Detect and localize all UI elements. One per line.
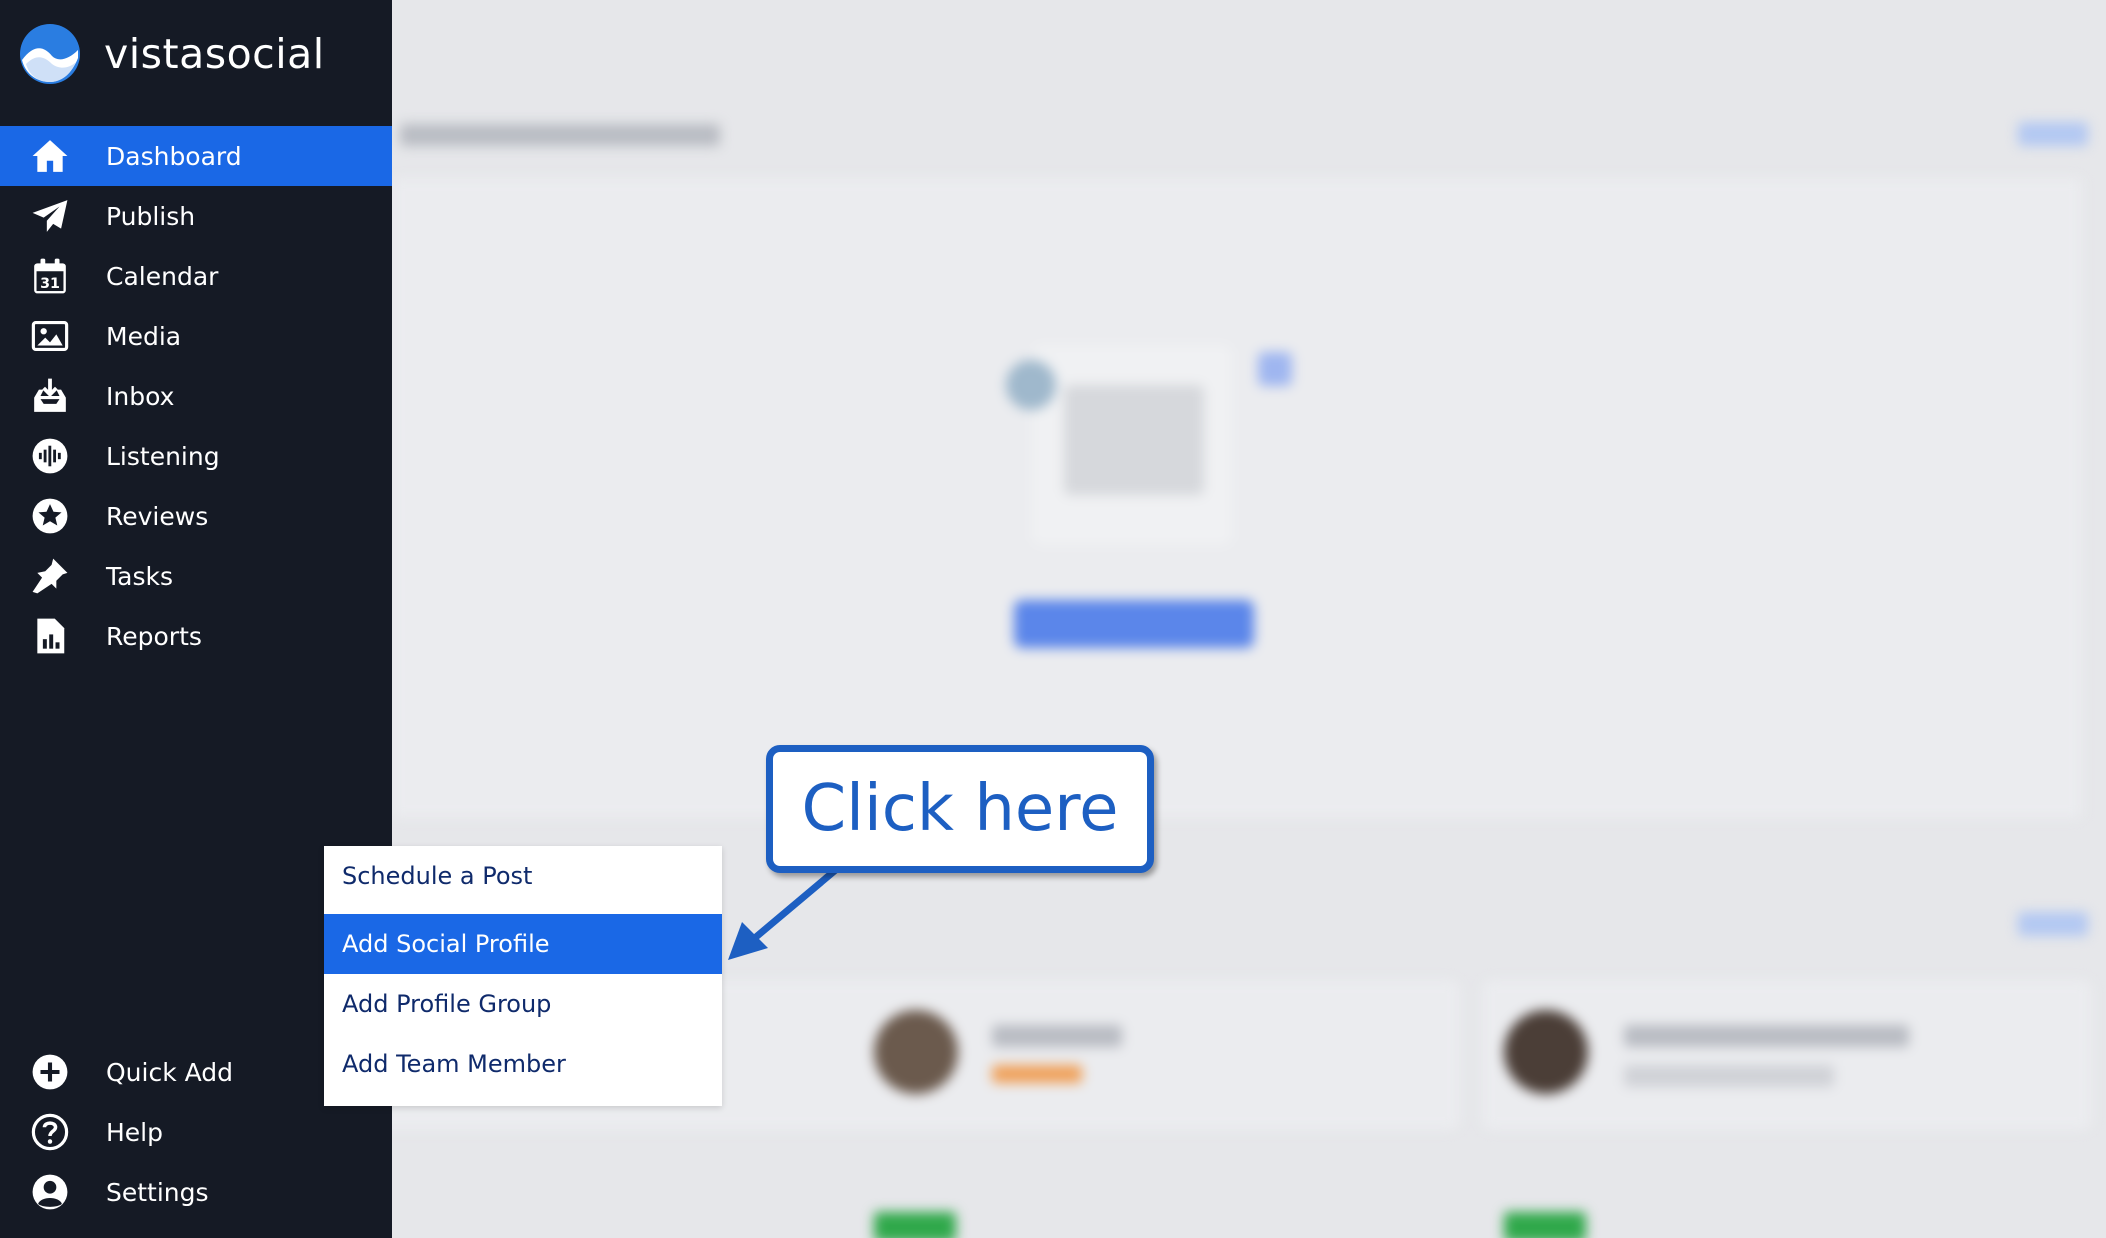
nav-label: Publish <box>106 201 196 231</box>
blurred-green-block <box>1504 1212 1586 1238</box>
blurred-illustration-image <box>1064 385 1204 495</box>
image-icon <box>30 316 70 356</box>
nav-item-reviews[interactable]: Reviews <box>0 486 392 546</box>
nav-label: Inbox <box>106 381 175 411</box>
svg-text:31: 31 <box>40 276 60 292</box>
pin-icon <box>30 556 70 596</box>
menu-item-add-team-member[interactable]: Add Team Member <box>324 1034 722 1094</box>
nav-label: Dashboard <box>106 141 242 171</box>
menu-item-add-social-profile[interactable]: Add Social Profile <box>324 914 722 974</box>
quick-add-menu: Schedule a Post Add Social Profile Add P… <box>324 846 722 1106</box>
listening-icon <box>30 436 70 476</box>
nav-item-tasks[interactable]: Tasks <box>0 546 392 606</box>
brand-name: vistasocial <box>104 30 325 78</box>
nav-item-publish[interactable]: Publish <box>0 186 392 246</box>
user-circle-icon <box>30 1172 70 1212</box>
nav-label: Calendar <box>106 261 219 291</box>
home-icon <box>30 136 70 176</box>
nav-item-help[interactable]: Help <box>0 1102 392 1162</box>
brand-logo[interactable]: vistasocial <box>20 24 325 84</box>
report-icon <box>30 616 70 656</box>
callout-arrow-icon <box>728 864 842 960</box>
nav-label: Reviews <box>106 501 209 531</box>
blurred-button <box>1014 600 1254 648</box>
calendar-icon: 31 <box>30 256 70 296</box>
blurred-circle <box>1006 360 1056 410</box>
click-here-callout: Click here <box>766 745 1154 873</box>
nav-item-reports[interactable]: Reports <box>0 606 392 666</box>
paper-plane-icon <box>30 196 70 236</box>
blurred-line <box>992 1025 1122 1047</box>
nav-label: Settings <box>106 1177 209 1207</box>
nav-label: Tasks <box>106 561 173 591</box>
blurred-view-all-2 <box>2018 912 2088 936</box>
nav-label: Listening <box>106 441 220 471</box>
nav-item-dashboard[interactable]: Dashboard <box>0 126 392 186</box>
blurred-avatar <box>1504 1010 1588 1094</box>
vistasocial-logo-icon <box>20 24 80 84</box>
blurred-line <box>1624 1025 1909 1047</box>
inbox-icon <box>30 376 70 416</box>
blurred-badge <box>992 1065 1082 1083</box>
menu-item-add-profile-group[interactable]: Add Profile Group <box>324 974 722 1034</box>
nav-label: Help <box>106 1117 163 1147</box>
nav-item-listening[interactable]: Listening <box>0 426 392 486</box>
nav-item-media[interactable]: Media <box>0 306 392 366</box>
blurred-breadcrumb <box>400 124 720 146</box>
nav-label: Reports <box>106 621 202 651</box>
blurred-line <box>1624 1065 1834 1087</box>
nav-label: Media <box>106 321 182 351</box>
nav-item-calendar[interactable]: 31 Calendar <box>0 246 392 306</box>
nav-item-inbox[interactable]: Inbox <box>0 366 392 426</box>
blurred-avatar <box>874 1010 958 1094</box>
help-circle-icon <box>30 1112 70 1152</box>
blurred-view-all <box>2018 122 2088 146</box>
blurred-card <box>392 178 2082 818</box>
blurred-square <box>1258 352 1292 386</box>
nav-label: Quick Add <box>106 1057 234 1087</box>
nav-item-settings[interactable]: Settings <box>0 1162 392 1222</box>
callout-text: Click here <box>801 772 1119 846</box>
star-icon <box>30 496 70 536</box>
menu-item-schedule-post[interactable]: Schedule a Post <box>324 846 722 906</box>
plus-circle-icon <box>30 1052 70 1092</box>
blurred-green-block <box>874 1212 956 1238</box>
